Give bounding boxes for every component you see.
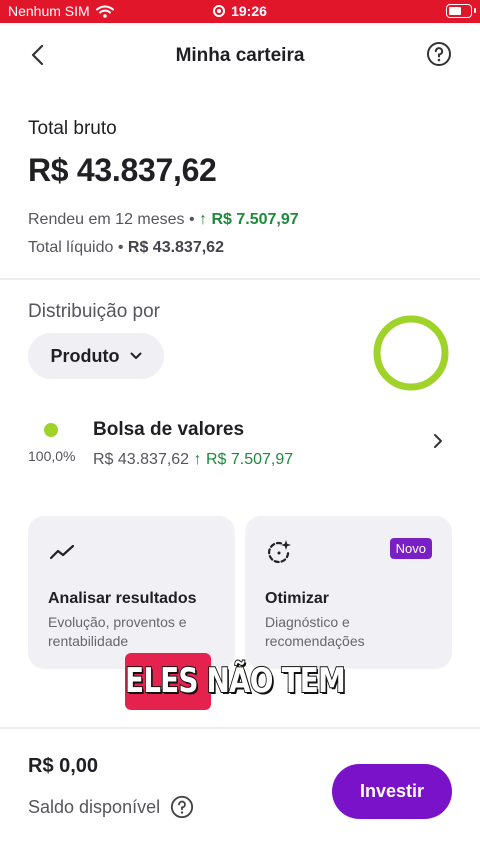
chevron-right-icon [434,434,442,448]
donut-slice-bolsa [373,315,449,391]
section-divider [0,278,480,280]
asset-up-arrow-icon: ↑ [193,451,202,468]
trend-chart-icon [49,544,75,560]
card-title: Analisar resultados [48,590,197,607]
card-title: Otimizar [265,590,330,607]
status-time: 19:26 [0,3,480,19]
asset-value: R$ 43.837,62 [93,451,190,468]
optimize-card[interactable]: Novo Otimizar Diagnóstico e recomendaçõe… [245,516,452,669]
card-description: Evolução, proventos e rentabilidade [48,614,187,649]
card-description: Diagnóstico e recomendações [265,614,365,649]
sparkle-target-icon [268,540,291,564]
asset-gain: R$ 7.507,97 [205,451,294,468]
analyze-results-card[interactable]: Analisar resultados Evolução, proventos … [28,516,235,669]
gross-total-amount: R$ 43.837,62 [28,152,217,188]
distribution-label: Distribuição por [28,301,160,322]
yield-value: R$ 7.507,97 [211,211,299,228]
asset-color-dot [44,423,58,437]
battery-icon [446,4,476,18]
net-label: Total líquido • [28,239,124,256]
yield-up-arrow-icon: ↑ [199,211,208,228]
net-row: Total líquido • R$ 43.837,62 [28,239,448,257]
net-value: R$ 43.837,62 [127,239,224,256]
page-title: Minha carteira [175,45,305,66]
asset-row-bolsa[interactable]: 100,0% Bolsa de valores R$ 43.837,62 ↑ R… [0,405,480,485]
distribution-donut-chart [373,315,449,391]
available-balance-amount: R$ 0,00 [28,755,99,777]
invest-button[interactable]: Investir [332,764,452,819]
available-balance-label: Saldo disponível [28,796,161,817]
asset-values: R$ 43.837,62 ↑ R$ 7.507,97 [93,451,293,469]
distribution-dropdown[interactable]: Produto [28,333,164,379]
help-icon[interactable] [170,795,194,819]
caption-text: ELES NÃO TEM [124,660,346,702]
asset-percent: 100,0% [28,448,76,464]
dropdown-value: Produto [50,345,120,366]
header: Minha carteira [0,23,480,89]
yield-label: Rendeu em 12 meses • [28,211,195,228]
footer-divider [0,727,480,729]
screen-record-icon [213,5,226,17]
video-caption-overlay: ELES NÃO TEM [124,653,354,710]
yield-row: Rendeu em 12 meses • ↑ R$ 7.507,97 [28,211,448,229]
status-bar: Nenhum SIM 19:26 [0,0,480,23]
chevron-down-icon [130,352,141,359]
clock: 19:26 [231,3,267,19]
help-icon[interactable] [426,41,452,67]
available-balance-row: Saldo disponível [28,795,194,819]
gross-total-label: Total bruto [28,118,117,139]
asset-name: Bolsa de valores [93,419,245,440]
new-badge: Novo [389,538,432,559]
wallet-summary: Total bruto R$ 43.837,62 Rendeu em 12 me… [28,118,448,257]
